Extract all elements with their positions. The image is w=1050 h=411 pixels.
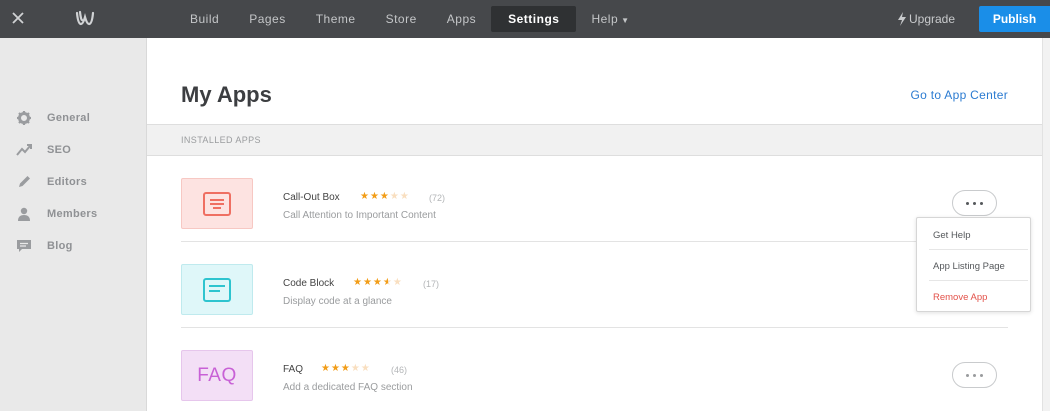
star-rating: ★★★★★ (360, 191, 410, 202)
lightning-icon (898, 12, 906, 26)
nav-theme[interactable]: Theme (301, 0, 371, 38)
app-name[interactable]: FAQ (283, 364, 303, 375)
comment-icon (17, 240, 31, 252)
menu-item-app-listing[interactable]: App Listing Page (933, 261, 1005, 272)
dot-icon (973, 201, 976, 205)
publish-button[interactable]: Publish (979, 6, 1050, 32)
sidebar-label-general: General (47, 112, 91, 124)
sidebar-item-editors[interactable]: Editors (16, 172, 87, 192)
nav-pages[interactable]: Pages (234, 0, 301, 38)
rating-count: (72) (429, 193, 446, 203)
nav-settings[interactable]: Settings (491, 6, 577, 32)
page-title: My Apps (181, 82, 272, 107)
app-row: Call-Out Box ★★★★★ (72) Call Attention t… (181, 156, 1008, 242)
scrollbar[interactable] (1042, 38, 1050, 411)
sidebar-label-members: Members (47, 208, 98, 220)
gear-icon (17, 111, 31, 125)
app-name[interactable]: Code Block (283, 278, 334, 289)
menu-item-remove-app[interactable]: Remove App (933, 292, 987, 303)
menu-item-get-help[interactable]: Get Help (933, 230, 971, 241)
caret-down-icon: ▼ (621, 16, 630, 25)
section-label: INSTALLED APPS (181, 135, 261, 145)
nav-help[interactable]: Help ▼ (576, 0, 644, 38)
menu-divider (929, 249, 1028, 250)
code-block-icon (203, 277, 231, 302)
app-description: Display code at a glance (283, 296, 392, 307)
trend-icon (16, 144, 32, 156)
sidebar-item-members[interactable]: Members (16, 204, 97, 224)
nav-apps[interactable]: Apps (432, 0, 491, 38)
sidebar-label-seo: SEO (47, 144, 72, 156)
dot-icon (980, 201, 983, 205)
menu-divider (929, 280, 1028, 281)
app-name[interactable]: Call-Out Box (283, 192, 340, 203)
dot-icon (966, 201, 969, 205)
person-icon (18, 207, 30, 221)
pencil-icon (19, 176, 30, 187)
sidebar-item-blog[interactable]: Blog (16, 236, 73, 256)
callout-box-thumbnail[interactable] (181, 178, 253, 229)
installed-apps-header: INSTALLED APPS (147, 124, 1043, 156)
main-nav: Build Pages Theme Store Apps Settings He… (175, 0, 645, 38)
star-rating: ★★★★★ (321, 363, 371, 374)
sidebar-label-blog: Blog (47, 240, 73, 252)
app-options-menu: Get Help App Listing Page Remove App (916, 217, 1031, 312)
sidebar-item-seo[interactable]: SEO (16, 140, 71, 160)
callout-box-icon (203, 191, 231, 216)
faq-thumbnail[interactable]: FAQ (181, 350, 253, 401)
more-options-button[interactable] (952, 362, 997, 388)
star-rating: ★★★★★ (353, 277, 403, 288)
upgrade-button[interactable]: Upgrade (897, 0, 955, 38)
main-panel: My Apps Go to App Center INSTALLED APPS … (146, 38, 1043, 411)
code-block-thumbnail[interactable] (181, 264, 253, 315)
nav-store[interactable]: Store (371, 0, 432, 38)
sidebar-item-general[interactable]: General (16, 108, 90, 128)
sidebar-label-editors: Editors (47, 176, 87, 188)
weebly-logo-icon[interactable] (75, 10, 95, 27)
app-description: Add a dedicated FAQ section (283, 382, 413, 393)
rating-count: (17) (423, 279, 440, 289)
faq-thumb-label: FAQ (197, 364, 237, 386)
dot-icon (980, 373, 983, 377)
rating-count: (46) (391, 365, 408, 375)
dot-icon (966, 373, 969, 377)
nav-help-label: Help (591, 12, 619, 26)
app-description: Call Attention to Important Content (283, 210, 436, 221)
upgrade-label: Upgrade (909, 12, 956, 26)
app-row: Code Block ★★★★★ (17) Display code at a … (181, 242, 1008, 328)
settings-sidebar: General SEO Editors Members Blog (0, 38, 146, 411)
close-icon[interactable] (10, 10, 26, 26)
nav-build[interactable]: Build (175, 0, 234, 38)
more-options-button[interactable] (952, 190, 997, 216)
top-bar: Build Pages Theme Store Apps Settings He… (0, 0, 1050, 38)
app-row: FAQ FAQ ★★★★★ (46) Add a dedicated FAQ s… (181, 328, 1008, 411)
app-center-link[interactable]: Go to App Center (910, 88, 1008, 102)
dot-icon (973, 373, 976, 377)
